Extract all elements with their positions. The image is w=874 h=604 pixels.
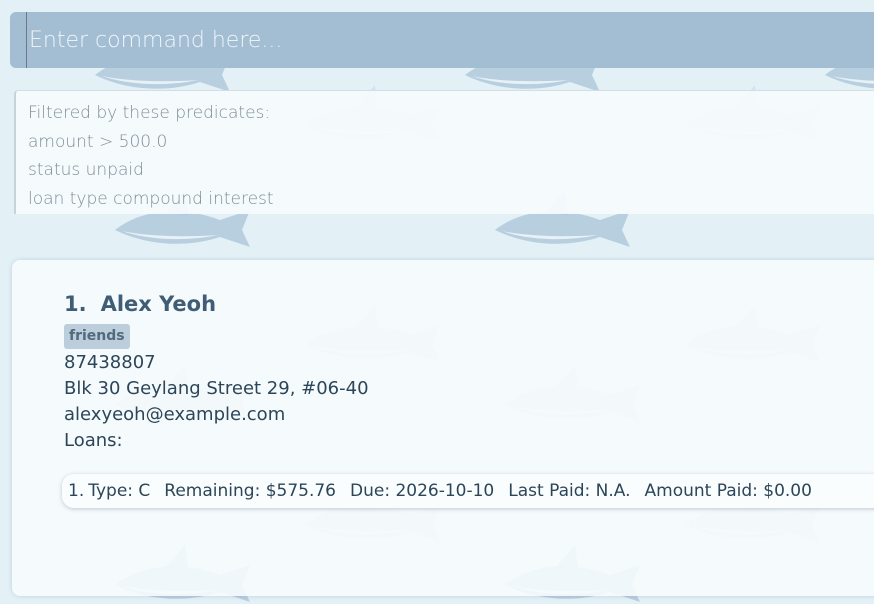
loans-label: Loans: [64, 430, 123, 451]
tag-badge: friends [64, 324, 130, 349]
result-line: amount > 500.0 [28, 131, 168, 152]
loan-remaining: Remaining: $575.76 [164, 481, 336, 501]
loan-amount-paid: Amount Paid: $0.00 [644, 481, 812, 501]
person-card[interactable]: 1. Alex Yeoh friends 87438807 Blk 30 Gey… [64, 292, 369, 454]
command-box [10, 12, 874, 68]
loan-card[interactable]: 1. Type: C Remaining: $575.76 Due: 2026-… [62, 474, 874, 508]
command-input[interactable] [26, 12, 866, 68]
result-line: Filtered by these predicates: [28, 103, 271, 123]
loan-type: Type: C [88, 481, 151, 501]
loan-index: 1. [68, 481, 85, 501]
person-address: Blk 30 Geylang Street 29, #06-40 [64, 378, 369, 399]
person-name: Alex Yeoh [100, 292, 217, 316]
person-index: 1. [64, 292, 87, 316]
loan-due: Due: 2026-10-10 [350, 481, 495, 501]
person-phone: 87438807 [64, 352, 156, 373]
result-line: status unpaid [28, 160, 144, 180]
person-email: alexyeoh@example.com [64, 404, 286, 425]
loan-last-paid: Last Paid: N.A. [508, 481, 631, 501]
person-name-row: 1. Alex Yeoh [64, 292, 369, 316]
person-list-panel: 1. Alex Yeoh friends 87438807 Blk 30 Gey… [12, 260, 874, 596]
result-display: Filtered by these predicates: amount > 5… [14, 90, 874, 214]
result-line: loan type compound interest [28, 188, 274, 209]
